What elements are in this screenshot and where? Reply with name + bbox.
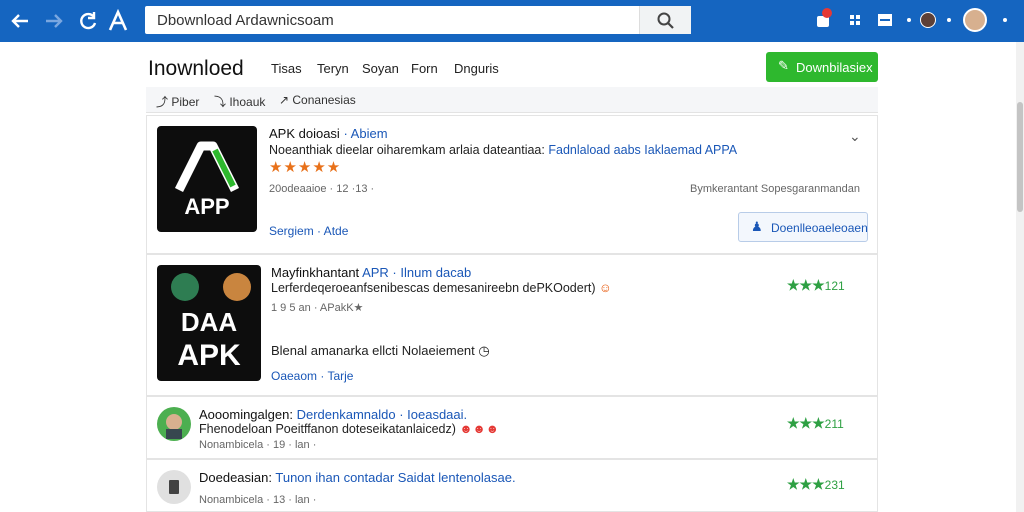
chevron-down-icon[interactable]: ⌄ — [849, 128, 861, 145]
scroll-thumb[interactable] — [1017, 102, 1023, 212]
filter-item[interactable]: ⤵ Ihoauk — [214, 93, 265, 110]
thumbnail-label-bottom: APK — [177, 339, 241, 372]
download-icon: ♟ — [751, 219, 763, 234]
result-title[interactable]: Doedeasian: Tunon ihan contadar Saidat l… — [199, 470, 516, 485]
rating: ★★★211 — [787, 415, 844, 431]
search-icon — [657, 12, 674, 29]
back-icon[interactable] — [8, 9, 32, 33]
result-link[interactable]: Oaeaom · Tarje — [271, 369, 353, 383]
app-thumbnail[interactable]: DAA APK — [157, 265, 261, 381]
download-button[interactable]: ✎ Downbilasiex — [766, 52, 878, 82]
extensions-icon[interactable] — [844, 9, 866, 31]
filter-item[interactable]: ⤴ Piber — [156, 93, 199, 110]
menu-item[interactable]: Dnguris — [454, 61, 499, 76]
thumbnail-label-top: DAA — [181, 307, 238, 337]
rating: ★★★231 — [787, 476, 845, 492]
search-bar[interactable]: Dbownload Ardawnicsoam — [145, 6, 691, 34]
download-card-label: Doenlleoaeleoaen — [771, 221, 868, 235]
result-title[interactable]: Aooomingalgen: Derdenkamnaldo · Ioeasdaa… — [199, 407, 467, 422]
result-description: Noeanthiak dieelar oiharemkam arlaia dat… — [269, 143, 738, 157]
result-card[interactable]: Doedeasian: Tunon ihan contadar Saidat l… — [146, 459, 878, 512]
browser-toolbar: Dbownload Ardawnicsoam — [0, 0, 1024, 42]
download-icon: ✎ — [778, 58, 789, 73]
dot-icon — [898, 9, 920, 31]
download-button-label: Downbilasiex — [796, 60, 873, 75]
result-title[interactable]: APK doioasi · Abiem — [269, 126, 388, 141]
result-meta: 1 9 5 an · APakK★ — [271, 302, 364, 314]
clock-icon: ◷ — [478, 343, 490, 358]
dot-icon — [938, 9, 960, 31]
app-logo-icon[interactable] — [106, 8, 130, 33]
menu-item[interactable]: Tisas — [271, 61, 302, 76]
result-card[interactable]: APP APK doioasi · Abiem Noeanthiak dieel… — [146, 115, 878, 254]
window-icon[interactable] — [874, 9, 896, 31]
menu-item[interactable]: Teryn — [317, 61, 349, 76]
site-brand[interactable]: Inownloed — [148, 57, 244, 81]
thumbnail-label: APP — [184, 194, 229, 219]
result-card[interactable]: DAA APK Mayfinkhantant APR · Ilnum dacab… — [146, 254, 878, 396]
rating: ★★★121 — [787, 277, 845, 293]
menu-item[interactable]: Soyan — [362, 61, 399, 76]
result-right-meta: Bymkerantant Sopesgaranmandan — [690, 183, 860, 195]
scrollbar[interactable] — [1016, 42, 1024, 512]
menu-dots-icon[interactable] — [994, 9, 1016, 31]
result-card[interactable]: Aooomingalgen: Derdenkamnaldo · Ioeasdaa… — [146, 396, 878, 459]
profile-avatar[interactable] — [920, 12, 936, 28]
avatar[interactable] — [157, 407, 191, 441]
search-button[interactable] — [639, 6, 691, 34]
result-meta: 20odeaaioe · 12 ·13 · — [269, 183, 375, 195]
reload-icon[interactable] — [76, 9, 100, 33]
emoji-icon: ☻☻☻ — [459, 422, 499, 436]
result-extra: Blenal amanarka ellcti Nolaeiement ◷ — [271, 343, 490, 358]
app-thumbnail[interactable]: APP — [157, 126, 257, 232]
filter-item[interactable]: ↗ Conanesias — [279, 93, 356, 107]
result-title[interactable]: Mayfinkhantant APR · Ilnum dacab — [271, 265, 471, 280]
menu-item[interactable]: Forn — [411, 61, 438, 76]
result-description: Fhenodeloan Poeitffanon doteseikatanlaic… — [199, 422, 499, 436]
notification-badge — [822, 8, 832, 18]
emoji-icon: ☺ — [599, 281, 612, 295]
result-meta: Nonambicela · 19 · lan · — [199, 439, 317, 451]
download-card-button[interactable]: ♟ Doenlleoaeleoaen — [738, 212, 868, 242]
avatar[interactable] — [157, 470, 191, 504]
search-input[interactable]: Dbownload Ardawnicsoam — [157, 12, 334, 29]
result-meta: Nonambicela · 13 · lan · — [199, 494, 317, 506]
account-avatar[interactable] — [963, 8, 987, 32]
filter-bar: ⤴ Piber ⤵ Ihoauk ↗ Conanesias — [146, 87, 878, 113]
star-rating: ★★★★★ — [269, 159, 342, 176]
result-link[interactable]: Sergiem · Atde — [269, 224, 348, 238]
result-description: Lerferdeqeroeanfsenibescas demesanireebn… — [271, 281, 612, 295]
forward-icon[interactable] — [42, 9, 66, 33]
